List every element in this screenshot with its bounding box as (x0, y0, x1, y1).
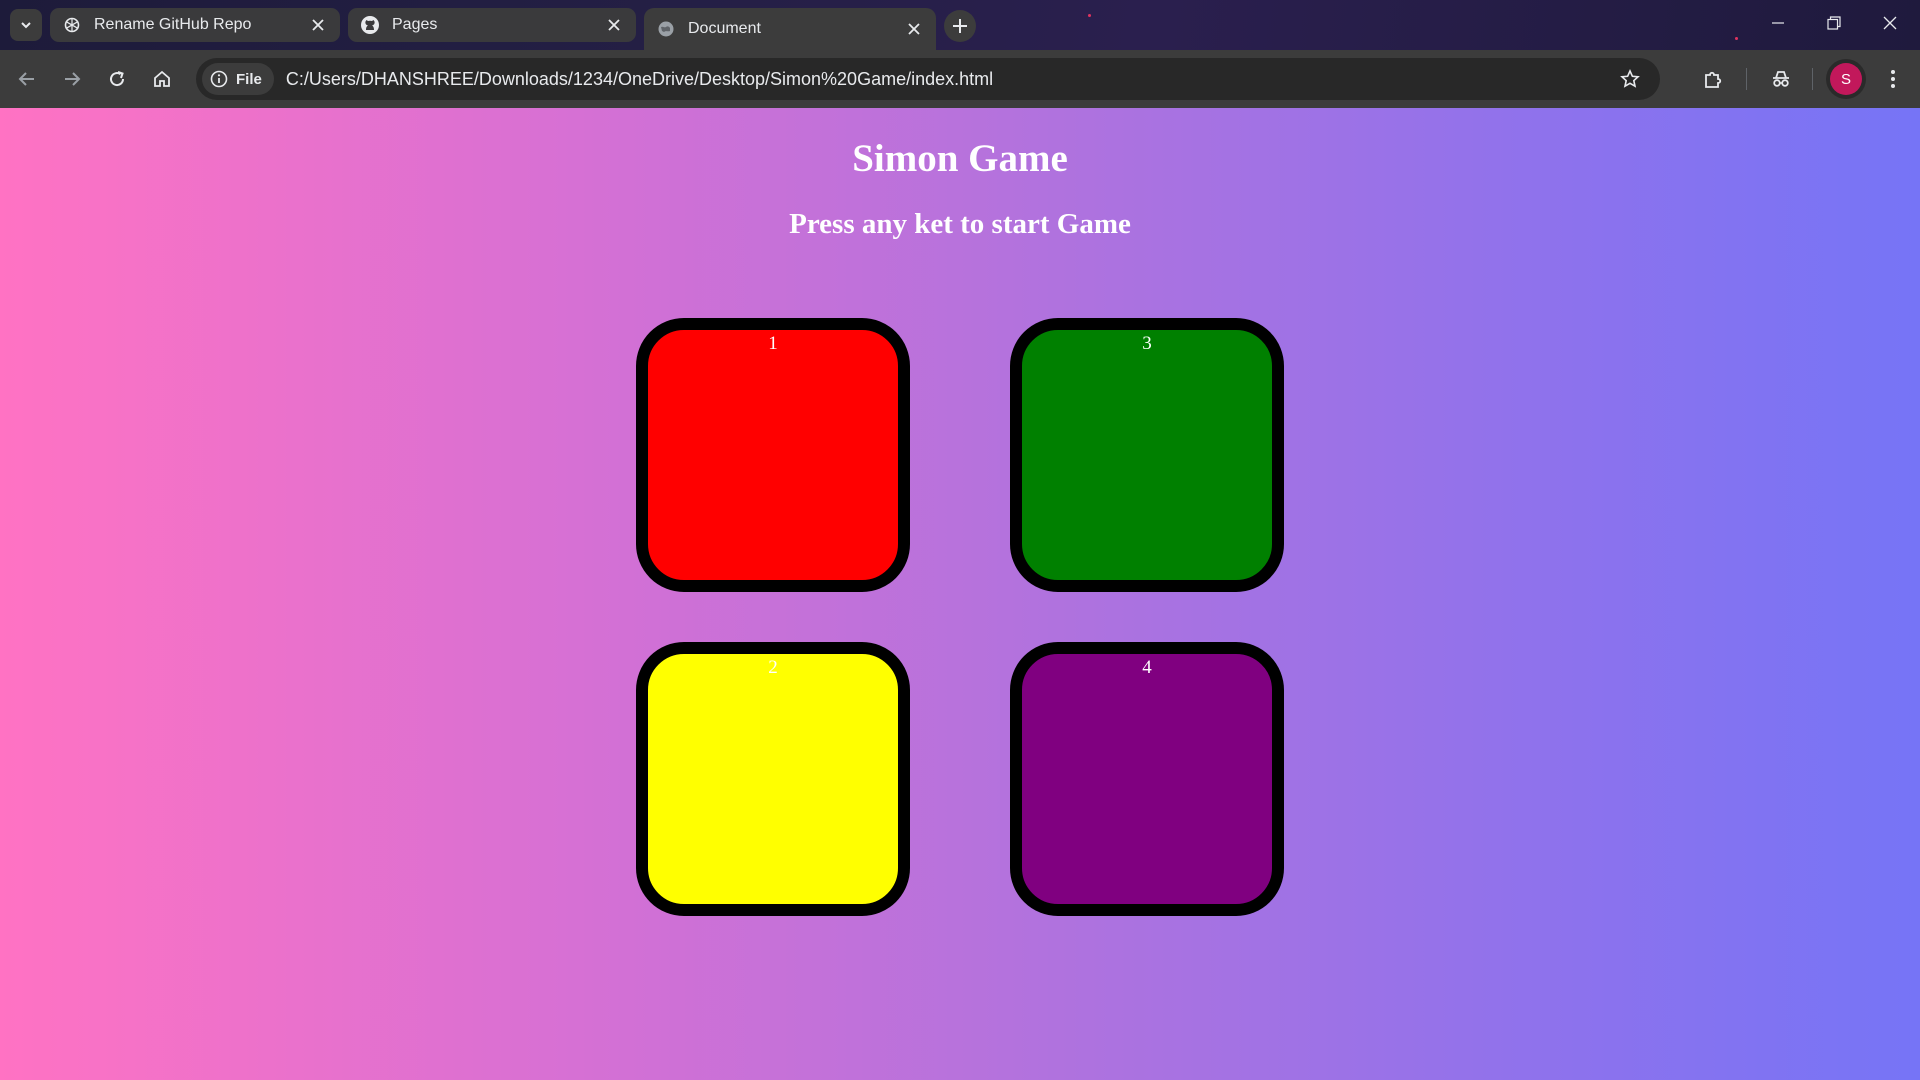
arrow-left-icon (18, 72, 34, 86)
more-vertical-icon (1891, 70, 1895, 88)
close-icon (1883, 16, 1897, 30)
tab-search-button[interactable] (10, 9, 42, 41)
puzzle-icon (1705, 71, 1722, 88)
site-chip-label: File (236, 70, 262, 88)
minimize-icon (1772, 22, 1784, 24)
simon-button-purple[interactable]: 4 (1010, 642, 1284, 916)
browser-toolbar: File C:/Users/DHANSHREE/Downloads/1234/O… (0, 50, 1920, 108)
reload-button[interactable] (100, 62, 134, 96)
game-status-text: Press any ket to start Game (789, 208, 1131, 240)
forward-button[interactable] (55, 62, 89, 96)
restore-button[interactable] (1806, 0, 1862, 46)
restore-icon (1827, 16, 1841, 30)
wallpaper-dot (1088, 14, 1091, 17)
tab-strip: Rename GitHub Repo Pages Document (0, 0, 1920, 50)
simon-button-green[interactable]: 3 (1010, 318, 1284, 592)
site-info-chip[interactable]: File (202, 63, 274, 95)
tab-title: Rename GitHub Repo (94, 16, 252, 33)
tab-rename-github-repo[interactable]: Rename GitHub Repo (50, 8, 340, 42)
info-icon (210, 70, 228, 88)
chatgpt-icon (62, 15, 82, 35)
globe-icon (656, 19, 676, 39)
simon-button-red[interactable]: 1 (636, 318, 910, 592)
close-icon[interactable] (904, 19, 924, 39)
minimize-button[interactable] (1750, 0, 1806, 46)
close-window-button[interactable] (1862, 0, 1918, 46)
home-icon (154, 70, 170, 87)
menu-button[interactable] (1876, 62, 1910, 96)
simon-button-yellow[interactable]: 2 (636, 642, 910, 916)
new-tab-button[interactable] (944, 10, 976, 42)
incognito-button[interactable] (1764, 62, 1798, 96)
page-title: Simon Game (852, 137, 1068, 180)
wallpaper-dot (1735, 37, 1738, 40)
page-viewport: Simon Game Press any ket to start Game 1… (0, 108, 1920, 1080)
url-text: C:/Users/DHANSHREE/Downloads/1234/OneDri… (285, 68, 994, 89)
star-icon (1620, 69, 1640, 88)
chevron-down-icon (21, 22, 31, 29)
close-icon[interactable] (604, 15, 624, 35)
tab-title: Document (688, 20, 761, 37)
arrow-right-icon (65, 72, 81, 86)
back-button[interactable] (10, 62, 44, 96)
extensions-button[interactable] (1696, 62, 1730, 96)
home-button[interactable] (145, 62, 179, 96)
close-icon[interactable] (308, 15, 328, 35)
tab-pages[interactable]: Pages (348, 8, 636, 42)
toolbar-divider (1812, 68, 1813, 90)
address-bar[interactable]: File C:/Users/DHANSHREE/Downloads/1234/O… (196, 58, 1660, 100)
reload-icon (110, 71, 125, 87)
profile-avatar[interactable]: S (1830, 63, 1862, 95)
incognito-icon (1773, 71, 1789, 87)
toolbar-divider (1746, 68, 1747, 90)
plus-icon (953, 19, 967, 33)
github-icon (360, 15, 380, 35)
bookmark-button[interactable] (1614, 63, 1646, 95)
tab-title: Pages (392, 16, 438, 33)
tab-document[interactable]: Document (644, 8, 936, 50)
